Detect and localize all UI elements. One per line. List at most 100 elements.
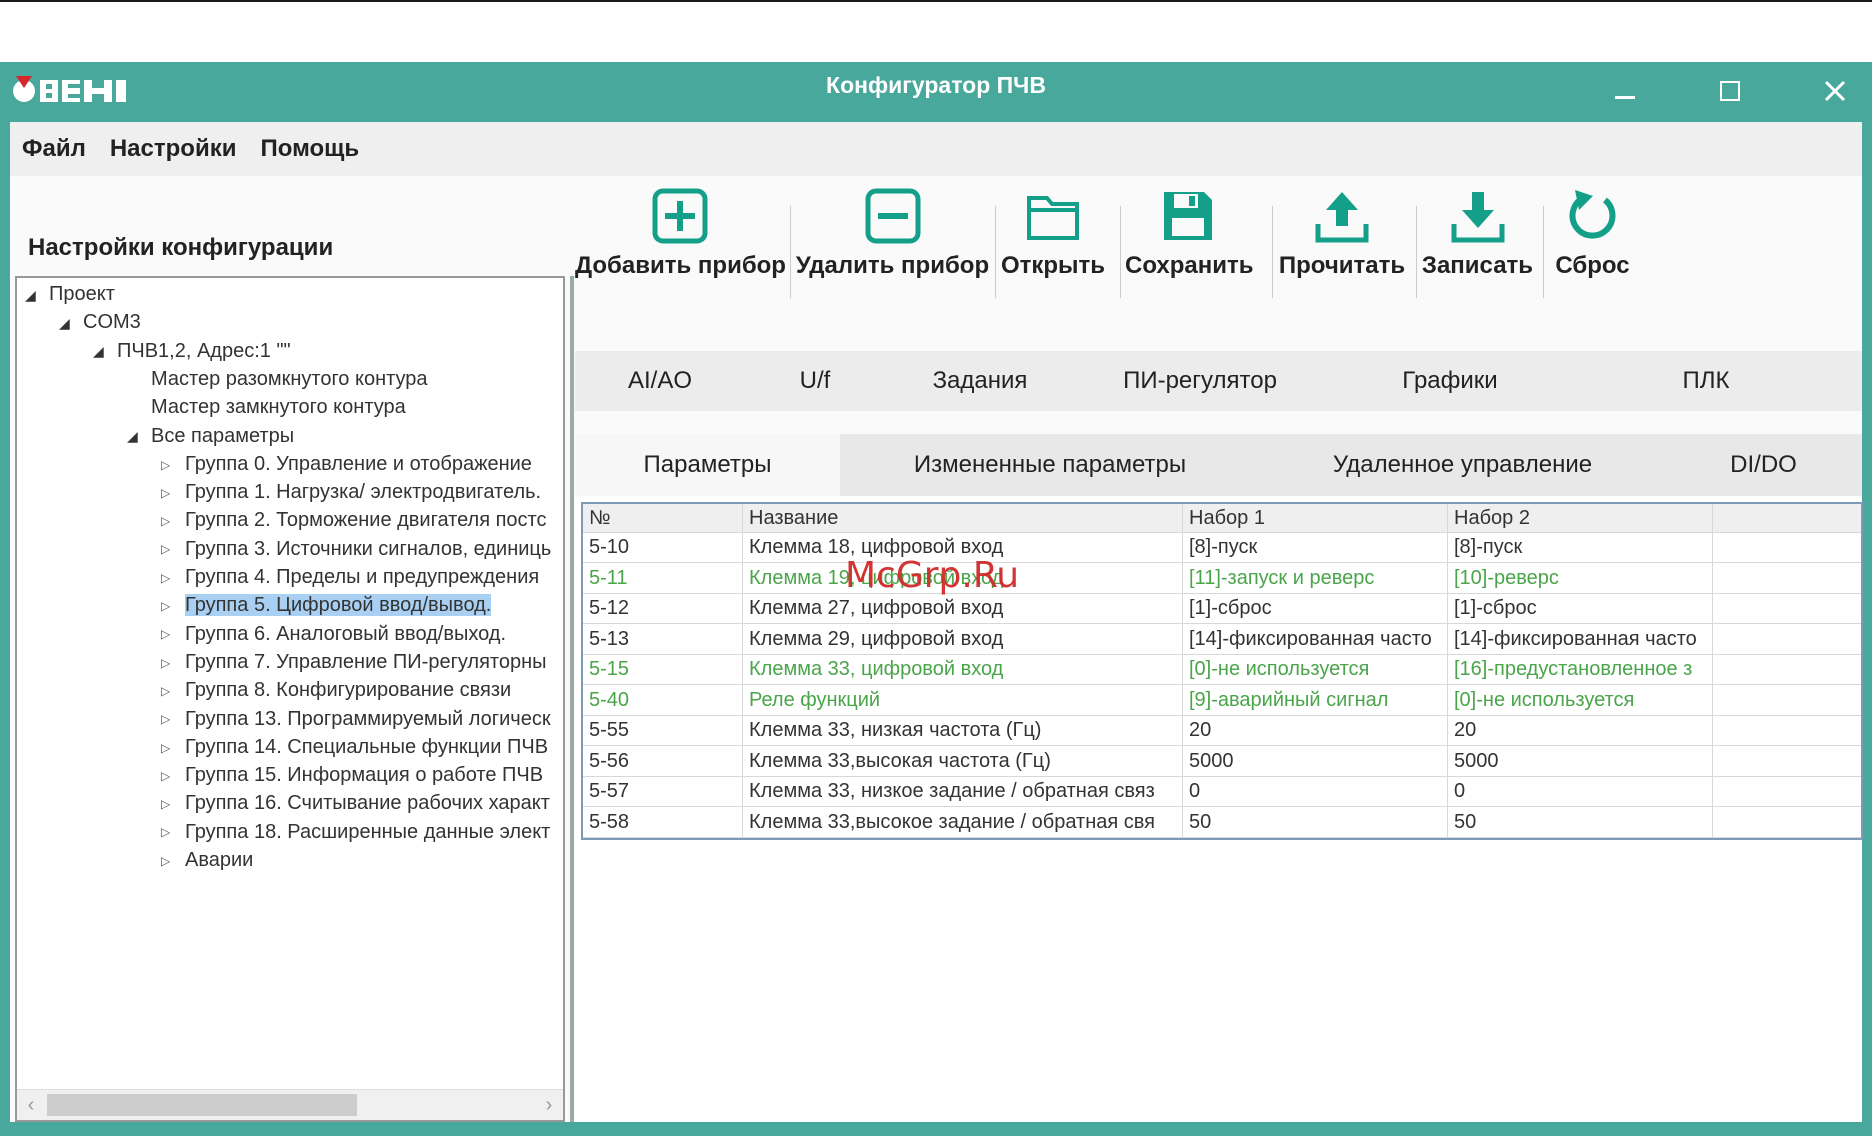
column-header-number[interactable]: № bbox=[583, 504, 743, 532]
tree-item[interactable]: ▷ Группа 3. Источники сигналов, единиць bbox=[161, 535, 551, 563]
expanded-arrow-icon[interactable]: ◢ bbox=[59, 309, 83, 337]
close-button[interactable] bbox=[1800, 66, 1870, 116]
collapsed-arrow-icon[interactable]: ▷ bbox=[161, 790, 185, 818]
cell-name[interactable]: Клемма 33, низкая частота (Гц) bbox=[743, 715, 1183, 745]
open-button[interactable]: Открыть bbox=[998, 186, 1108, 320]
tree-item[interactable]: ▷ Аварии bbox=[161, 846, 253, 874]
tab-plc[interactable]: ПЛК bbox=[1575, 351, 1837, 411]
table-row[interactable]: 5-12 Клемма 27, цифровой вход [1]-сброс [1]… bbox=[583, 593, 1861, 624]
expanded-arrow-icon[interactable]: ◢ bbox=[25, 281, 49, 309]
cell-set1[interactable]: 50 bbox=[1183, 806, 1448, 837]
table-row[interactable]: 5-15 Клемма 33, цифровой вход [0]-не испол… bbox=[583, 654, 1861, 685]
table-row[interactable]: 5-58 Клемма 33,высокое задание / обратная… bbox=[583, 806, 1861, 838]
collapsed-arrow-icon[interactable]: ▷ bbox=[161, 535, 185, 563]
minimize-button[interactable] bbox=[1590, 66, 1660, 116]
column-header-name[interactable]: Название bbox=[743, 504, 1183, 532]
tab-uf[interactable]: U/f bbox=[745, 351, 885, 411]
collapsed-arrow-icon[interactable]: ▷ bbox=[161, 507, 185, 535]
table-row[interactable]: 5-11 Клемма 19, цифровой вход [11]-запуск … bbox=[583, 562, 1861, 594]
cell-number[interactable]: 5-15 bbox=[583, 654, 743, 684]
tree-item[interactable]: ▷ Группа 14. Специальные функции ПЧВ bbox=[161, 733, 548, 761]
collapsed-arrow-icon[interactable]: ▷ bbox=[161, 620, 185, 648]
reset-button[interactable]: Сброс bbox=[1550, 186, 1635, 320]
menu-help[interactable]: Помощь bbox=[260, 135, 359, 163]
tab-graphs[interactable]: Графики bbox=[1325, 351, 1575, 411]
scroll-left-icon[interactable]: ‹ bbox=[19, 1092, 43, 1118]
cell-set1[interactable]: [0]-не используется bbox=[1183, 654, 1448, 684]
cell-set1[interactable]: 0 bbox=[1183, 776, 1448, 806]
tab-pi-regulator[interactable]: ПИ-регулятор bbox=[1075, 351, 1325, 411]
cell-name[interactable]: Клемма 33, низкое задание / обратная свя… bbox=[743, 776, 1183, 806]
add-device-button[interactable]: Добавить прибор bbox=[575, 186, 786, 320]
cell-set2[interactable]: 5000 bbox=[1448, 745, 1713, 776]
tab-tasks[interactable]: Задания bbox=[885, 351, 1075, 411]
cell-number[interactable]: 5-55 bbox=[583, 715, 743, 745]
menu-settings[interactable]: Настройки bbox=[110, 135, 237, 163]
tree-item[interactable]: ▷ Группа 15. Информация о работе ПЧВ bbox=[161, 761, 543, 789]
tree-item[interactable]: Мастер разомкнутого контура bbox=[127, 365, 428, 393]
cell-set2[interactable]: [10]-реверс bbox=[1448, 562, 1713, 593]
cell-name[interactable]: Клемма 27, цифровой вход bbox=[743, 593, 1183, 623]
tree-item[interactable]: ▷ Группа 0. Управление и отображение bbox=[161, 450, 532, 478]
tree-item[interactable]: ▷ Группа 4. Пределы и предупреждения bbox=[161, 563, 539, 591]
tree-item[interactable]: ▷ Группа 13. Программируемый логическ bbox=[161, 705, 551, 733]
collapsed-arrow-icon[interactable]: ▷ bbox=[161, 649, 185, 677]
tree-item[interactable]: ▷ Группа 16. Считывание рабочих характ bbox=[161, 789, 550, 817]
collapsed-arrow-icon[interactable]: ▷ bbox=[161, 847, 185, 875]
collapsed-arrow-icon[interactable]: ▷ bbox=[161, 705, 185, 733]
expanded-arrow-icon[interactable]: ◢ bbox=[127, 422, 151, 450]
expanded-arrow-icon[interactable]: ◢ bbox=[93, 337, 117, 365]
remove-device-button[interactable]: Удалить прибор bbox=[795, 186, 990, 320]
table-row[interactable]: 5-55 Клемма 33, низкая частота (Гц) 20 20 bbox=[583, 715, 1861, 746]
collapsed-arrow-icon[interactable]: ▷ bbox=[161, 677, 185, 705]
tree-item[interactable]: ▷ Группа 18. Расширенные данные элект bbox=[161, 818, 550, 846]
read-button[interactable]: Прочитать bbox=[1277, 186, 1407, 320]
cell-set2[interactable]: [1]-сброс bbox=[1448, 593, 1713, 623]
cell-set2[interactable]: 20 bbox=[1448, 715, 1713, 745]
write-button[interactable]: Записать bbox=[1420, 186, 1535, 320]
tree-item[interactable]: ▷ Группа 6. Аналоговый ввод/выход. bbox=[161, 620, 506, 648]
cell-name[interactable]: Реле функций bbox=[743, 684, 1183, 715]
cell-set2[interactable]: [16]-предустановленное з bbox=[1448, 654, 1713, 684]
collapsed-arrow-icon[interactable]: ▷ bbox=[161, 451, 185, 479]
save-button[interactable]: Сохранить bbox=[1125, 186, 1254, 320]
collapsed-arrow-icon[interactable]: ▷ bbox=[161, 734, 185, 762]
scroll-right-icon[interactable]: › bbox=[537, 1092, 561, 1118]
menu-file[interactable]: Файл bbox=[22, 135, 86, 163]
scrollbar-thumb[interactable] bbox=[47, 1094, 357, 1116]
tab-parameters[interactable]: Параметры bbox=[575, 434, 840, 496]
cell-number[interactable]: 5-56 bbox=[583, 745, 743, 776]
tree-item[interactable]: ▷ Группа 2. Торможение двигателя постс bbox=[161, 506, 546, 534]
panel-splitter[interactable] bbox=[570, 276, 574, 1122]
tree-item[interactable]: ▷ Группа 5. Цифровой ввод/вывод. bbox=[161, 591, 492, 620]
cell-set1[interactable]: [1]-сброс bbox=[1183, 593, 1448, 623]
collapsed-arrow-icon[interactable]: ▷ bbox=[161, 762, 185, 790]
collapsed-arrow-icon[interactable]: ▷ bbox=[161, 592, 185, 620]
cell-name[interactable]: Клемма 33, цифровой вход bbox=[743, 654, 1183, 684]
cell-set1[interactable]: 20 bbox=[1183, 715, 1448, 745]
table-row[interactable]: 5-40 Реле функций [9]-аварийный сигнал [0]-… bbox=[583, 684, 1861, 716]
tree-horizontal-scrollbar[interactable]: ‹ › bbox=[17, 1089, 563, 1120]
cell-set2[interactable]: [0]-не используется bbox=[1448, 684, 1713, 715]
cell-set2[interactable]: 50 bbox=[1448, 806, 1713, 837]
column-header-set1[interactable]: Набор 1 bbox=[1183, 504, 1448, 532]
tree-item[interactable]: ◢ Проект bbox=[25, 280, 115, 308]
collapsed-arrow-icon[interactable]: ▷ bbox=[161, 818, 185, 846]
cell-set1[interactable]: [14]-фиксированная часто bbox=[1183, 623, 1448, 654]
cell-set2[interactable]: [14]-фиксированная часто bbox=[1448, 623, 1713, 654]
tab-remote-control[interactable]: Удаленное управление bbox=[1260, 434, 1665, 496]
cell-set1[interactable]: [8]-пуск bbox=[1183, 532, 1448, 562]
cell-set2[interactable]: [8]-пуск bbox=[1448, 532, 1713, 562]
tab-changed-parameters[interactable]: Измененные параметры bbox=[840, 434, 1260, 496]
tree-item[interactable]: ▷ Группа 1. Нагрузка/ электродвигатель. bbox=[161, 478, 541, 506]
cell-number[interactable]: 5-12 bbox=[583, 593, 743, 623]
collapsed-arrow-icon[interactable]: ▷ bbox=[161, 479, 185, 507]
tree-item[interactable]: ◢ Все параметры bbox=[127, 422, 294, 450]
tree-item[interactable]: Мастер замкнутого контура bbox=[127, 393, 406, 421]
table-row[interactable]: 5-56 Клемма 33,высокая частота (Гц) 5000 50… bbox=[583, 745, 1861, 777]
cell-number[interactable]: 5-58 bbox=[583, 806, 743, 837]
collapsed-arrow-icon[interactable]: ▷ bbox=[161, 564, 185, 592]
cell-name[interactable]: Клемма 29, цифровой вход bbox=[743, 623, 1183, 654]
cell-set1[interactable]: 5000 bbox=[1183, 745, 1448, 776]
tree-item[interactable]: ◢ ПЧВ1,2, Адрес:1 "" bbox=[93, 337, 291, 365]
